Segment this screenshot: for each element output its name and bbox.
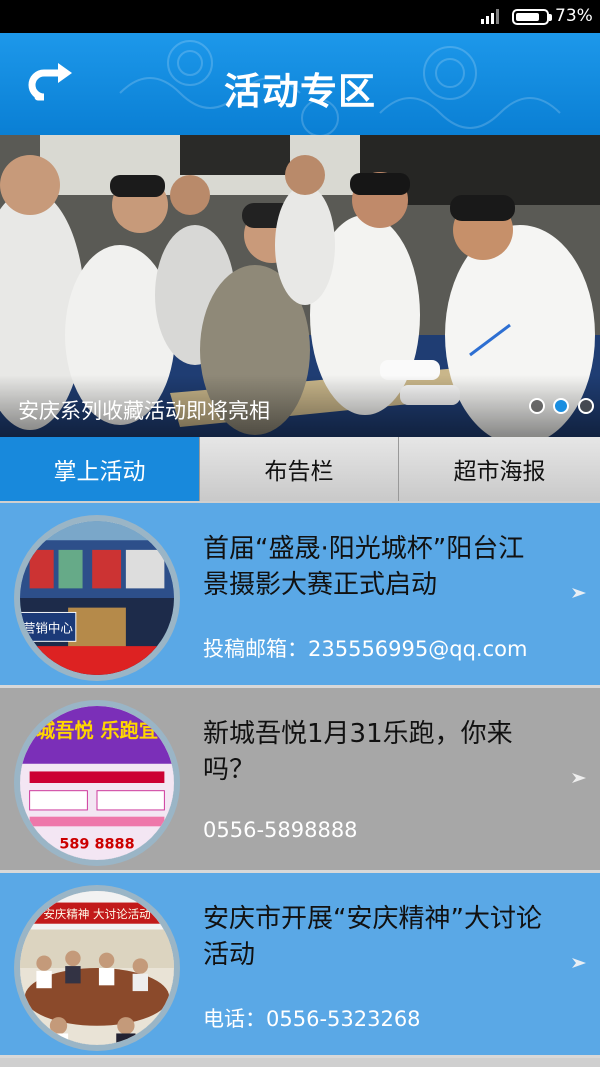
thumb-phone-text: 589 8888 [59,836,134,852]
item-contact: 投稿邮箱：235556995@qq.com [203,637,528,661]
tab-bar: 掌上活动 布告栏 超市海报 [0,437,600,501]
banner-carousel[interactable]: 安庆系列收藏活动即将亮相 [0,135,600,437]
chevron-right-icon [572,958,586,968]
thumb-sign-text: 营销中心 [23,621,74,636]
item-thumbnail: 营销中心 [14,515,180,681]
chevron-right-icon [572,773,586,783]
status-bar: 73% [0,0,600,33]
tab-bulletin-board[interactable]: 布告栏 [200,437,399,501]
list-item[interactable]: 安庆精神 大讨论活动 安庆市开展“安庆精神”大讨论活动 电话：0556-5323… [0,873,600,1055]
list-item[interactable]: 营销中心 首届“盛晟·阳光城杯”阳台江景摄影大赛正式启动 投稿邮箱：235556… [0,503,600,685]
carousel-dot-2[interactable] [553,398,569,414]
carousel-dot-3[interactable] [578,398,594,414]
list-item[interactable]: 新城吾悦 乐跑宜城 589 8888 新城吾悦1月31乐跑，你来吗？ 0556-… [0,688,600,870]
item-title: 安庆市开展“安庆精神”大讨论活动 [203,904,542,970]
page-title: 活动专区 [224,70,376,113]
item-contact: 电话：0556-5323268 [203,1007,421,1031]
item-thumbnail: 安庆精神 大讨论活动 [14,885,180,1051]
tab-activities[interactable]: 掌上活动 [0,437,200,501]
thumbnail-image: 安庆精神 大讨论活动 [20,891,174,1045]
thumb-banner-text: 安庆精神 大讨论活动 [43,907,150,921]
battery-percent: 73% [555,6,593,26]
app-header: 活动专区 [0,33,600,135]
signal-icon [481,9,503,24]
carousel-dot-1[interactable] [529,398,545,414]
item-title: 首届“盛晟·阳光城杯”阳台江景摄影大赛正式启动 [203,534,525,600]
tab-supermarket-posters[interactable]: 超市海报 [399,437,600,501]
thumbnail-image: 新城吾悦 乐跑宜城 589 8888 [20,706,174,860]
thumb-banner-text: 新城吾悦 乐跑宜城 [20,719,174,742]
item-title: 新城吾悦1月31乐跑，你来吗？ [203,719,513,785]
thumbnail-image: 营销中心 [20,521,174,675]
item-contact: 0556-5898888 [203,818,358,842]
banner-caption: 安庆系列收藏活动即将亮相 [18,399,270,423]
chevron-right-icon [572,588,586,598]
divider [0,1055,600,1058]
item-thumbnail: 新城吾悦 乐跑宜城 589 8888 [14,700,180,866]
battery-icon [512,9,552,25]
